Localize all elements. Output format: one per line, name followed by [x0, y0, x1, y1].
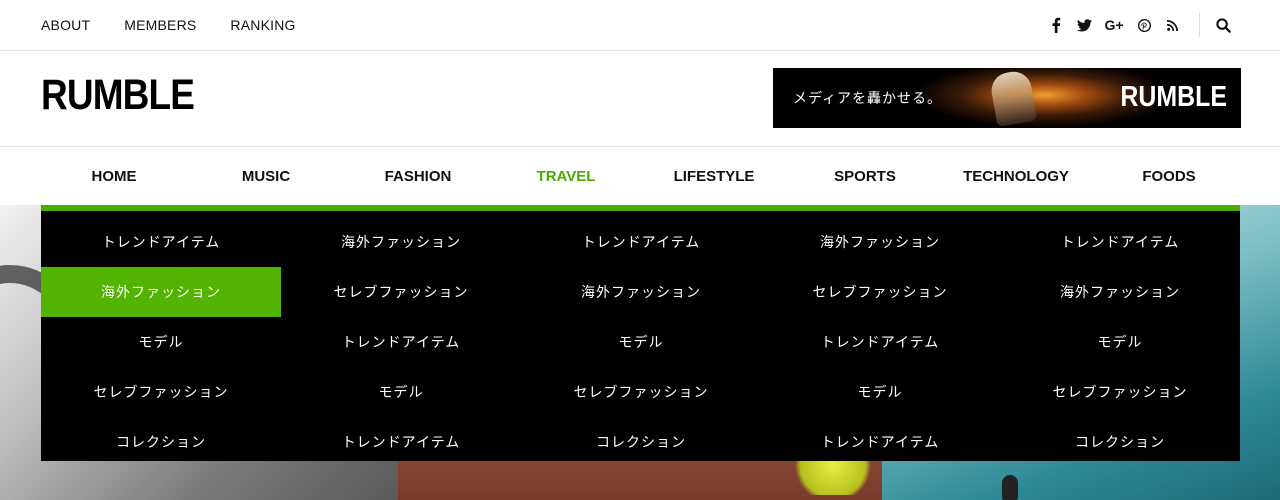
- mega-menu-item[interactable]: トレンドアイテム: [760, 317, 1000, 367]
- mega-menu-item-active[interactable]: 海外ファッション: [41, 267, 281, 317]
- mega-menu-item[interactable]: トレンドアイテム: [1000, 217, 1240, 267]
- site-logo[interactable]: RUMBLE: [41, 71, 195, 120]
- mega-menu-column: トレンドアイテム 海外ファッション モデル セレブファッション コレクション: [521, 217, 761, 467]
- nav-item-technology[interactable]: TECHNOLOGY: [941, 147, 1091, 205]
- nav-item-lifestyle[interactable]: LIFESTYLE: [639, 147, 789, 205]
- mega-menu-item[interactable]: トレンドアイテム: [281, 317, 521, 367]
- nav-item-fashion[interactable]: FASHION: [343, 147, 493, 205]
- mega-menu-column: 海外ファッション セレブファッション トレンドアイテム モデル トレンドアイテム: [281, 217, 521, 467]
- mega-menu-item[interactable]: モデル: [1000, 317, 1240, 367]
- mega-menu-item[interactable]: セレブファッション: [521, 367, 761, 417]
- top-link-ranking[interactable]: RANKING: [230, 17, 295, 33]
- mega-menu-item[interactable]: セレブファッション: [281, 267, 521, 317]
- nav-item-music[interactable]: MUSIC: [191, 147, 341, 205]
- mega-menu-item[interactable]: モデル: [521, 317, 761, 367]
- nav-item-foods[interactable]: FOODS: [1094, 147, 1244, 205]
- mega-menu-item[interactable]: セレブファッション: [41, 367, 281, 417]
- main-nav: HOME MUSIC FASHION TRAVEL LIFESTYLE SPOR…: [0, 147, 1280, 205]
- mega-menu-column: トレンドアイテム 海外ファッション モデル セレブファッション コレクション: [41, 217, 281, 467]
- site-header: RUMBLE メディアを轟かせる。 RUMBLE: [0, 51, 1280, 147]
- mega-menu-item[interactable]: 海外ファッション: [1000, 267, 1240, 317]
- mega-menu-item[interactable]: 海外ファッション: [760, 217, 1000, 267]
- mega-menu-item[interactable]: 海外ファッション: [281, 217, 521, 267]
- image-detail: [1002, 475, 1018, 500]
- mega-menu-column: 海外ファッション セレブファッション トレンドアイテム モデル トレンドアイテム: [760, 217, 1000, 467]
- google-plus-icon[interactable]: G+: [1103, 16, 1125, 34]
- top-link-about[interactable]: ABOUT: [41, 17, 90, 33]
- mega-menu-item[interactable]: モデル: [281, 367, 521, 417]
- mega-menu-item[interactable]: モデル: [41, 317, 281, 367]
- mega-menu-item[interactable]: トレンドアイテム: [281, 417, 521, 467]
- mega-menu-column: トレンドアイテム 海外ファッション モデル セレブファッション コレクション: [1000, 217, 1240, 467]
- banner-logo: RUMBLE: [1120, 81, 1227, 113]
- top-bar: ABOUT MEMBERS RANKING G+: [0, 0, 1280, 51]
- divider: [1199, 13, 1200, 37]
- mega-menu-item[interactable]: トレンドアイテム: [760, 417, 1000, 467]
- mega-menu: トレンドアイテム 海外ファッション モデル セレブファッション コレクション 海…: [41, 205, 1240, 461]
- top-links: ABOUT MEMBERS RANKING: [41, 0, 296, 50]
- rss-icon[interactable]: [1163, 16, 1181, 34]
- mega-menu-item[interactable]: コレクション: [521, 417, 761, 467]
- banner-tagline: メディアを轟かせる。: [793, 91, 943, 107]
- mega-menu-item[interactable]: コレクション: [1000, 417, 1240, 467]
- nav-item-home[interactable]: HOME: [39, 147, 189, 205]
- mega-menu-item[interactable]: 海外ファッション: [521, 267, 761, 317]
- mega-menu-item[interactable]: トレンドアイテム: [521, 217, 761, 267]
- mega-menu-item[interactable]: セレブファッション: [760, 267, 1000, 317]
- ad-banner[interactable]: メディアを轟かせる。 RUMBLE: [773, 68, 1241, 128]
- mega-menu-item[interactable]: コレクション: [41, 417, 281, 467]
- mega-menu-item[interactable]: セレブファッション: [1000, 367, 1240, 417]
- social-links: G+: [1037, 0, 1232, 50]
- facebook-icon[interactable]: [1047, 16, 1065, 34]
- twitter-icon[interactable]: [1075, 16, 1093, 34]
- mega-menu-item[interactable]: モデル: [760, 367, 1000, 417]
- top-link-members[interactable]: MEMBERS: [124, 17, 196, 33]
- nav-item-sports[interactable]: SPORTS: [790, 147, 940, 205]
- pinterest-icon[interactable]: [1135, 16, 1153, 34]
- nav-item-travel[interactable]: TRAVEL: [491, 147, 641, 205]
- search-icon[interactable]: [1214, 16, 1232, 34]
- mega-menu-item[interactable]: トレンドアイテム: [41, 217, 281, 267]
